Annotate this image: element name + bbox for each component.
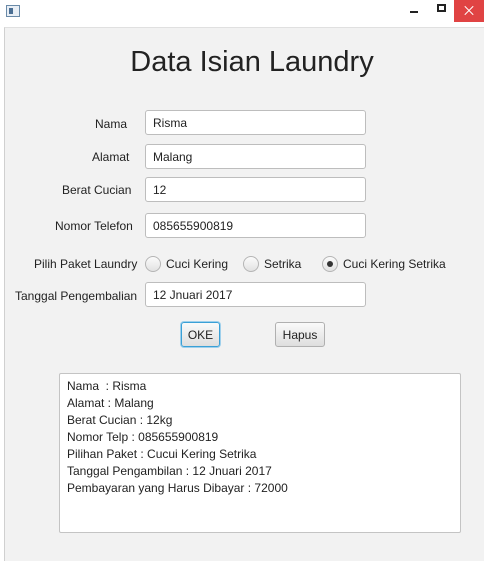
output-textarea[interactable]: Nama : Risma Alamat : Malang Berat Cucia…: [59, 373, 461, 533]
radio-circle-icon: [145, 256, 161, 272]
output-line-pembayaran: Pembayaran yang Harus Dibayar : 72000: [67, 481, 288, 495]
berat-cucian-label: Berat Cucian: [62, 183, 132, 197]
radio-cuci-kering[interactable]: Cuci Kering: [145, 256, 235, 273]
tanggal-pengembalian-label: Tanggal Pengembalian: [15, 289, 138, 303]
output-line-alamat: Alamat : Malang: [67, 396, 154, 410]
alamat-label: Alamat: [92, 150, 130, 164]
output-line-berat: Berat Cucian : 12kg: [67, 413, 173, 427]
radio-label: Cuci Kering Setrika: [343, 257, 446, 271]
hapus-button[interactable]: Hapus: [275, 322, 325, 347]
radio-circle-icon: [243, 256, 259, 272]
nomor-telefon-label: Nomor Telefon: [55, 219, 133, 233]
title-bar: [0, 0, 484, 26]
nama-field[interactable]: [145, 110, 366, 135]
page-title: Data Isian Laundry: [130, 46, 374, 78]
output-line-telp: Nomor Telp : 085655900819: [67, 430, 219, 444]
maximize-icon[interactable]: [427, 0, 457, 22]
output-line-paket: Pilihan Paket : Cucui Kering Setrika: [67, 447, 257, 461]
alamat-field[interactable]: [145, 144, 366, 169]
app-icon: [6, 5, 20, 17]
radio-selected-icon: [322, 256, 338, 272]
tanggal-pengembalian-field[interactable]: [145, 282, 366, 307]
nomor-telefon-field[interactable]: [145, 213, 366, 238]
output-line-tanggal: Tanggal Pengambilan : 12 Jnuari 2017: [67, 464, 272, 478]
oke-button[interactable]: OKE: [181, 322, 220, 347]
minimize-icon[interactable]: [399, 0, 429, 22]
close-icon[interactable]: [454, 0, 484, 22]
berat-cucian-field[interactable]: [145, 177, 366, 202]
output-line-nama: Nama : Risma: [67, 379, 147, 393]
nama-label: Nama: [95, 117, 128, 131]
radio-cuci-kering-setrika[interactable]: Cuci Kering Setrika: [322, 256, 447, 273]
paket-laundry-label: Pilih Paket Laundry: [34, 257, 138, 271]
radio-label: Setrika: [264, 257, 302, 271]
radio-label: Cuci Kering: [166, 257, 229, 271]
radio-setrika[interactable]: Setrika: [243, 256, 308, 273]
